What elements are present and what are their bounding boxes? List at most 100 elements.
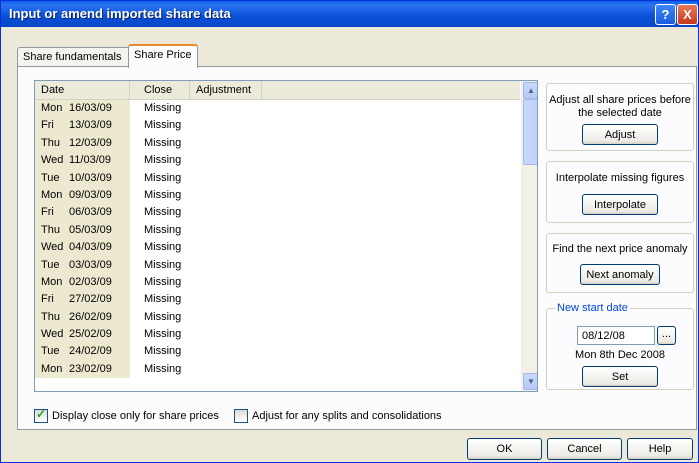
start-date-input[interactable]: 08/12/08	[577, 326, 655, 345]
row-close: Missing	[144, 188, 182, 201]
cancel-button[interactable]: Cancel	[547, 438, 622, 460]
next-anomaly-button[interactable]: Next anomaly	[580, 264, 660, 285]
tab-share-fundamentals[interactable]: Share fundamentals	[17, 47, 137, 66]
row-close: Missing	[144, 328, 182, 341]
row-day: Mon	[41, 362, 63, 375]
row-day: Tue	[41, 345, 60, 358]
row-date: 02/03/09	[69, 275, 112, 288]
row-day: Fri	[41, 206, 54, 219]
table-row[interactable]: Wed 11/03/09 Missing	[35, 152, 520, 170]
table-row[interactable]: Tue 24/02/09 Missing	[35, 343, 520, 361]
display-close-only-checkbox[interactable]: ✓	[34, 407, 48, 423]
row-close: Missing	[144, 362, 182, 375]
row-date: 05/03/09	[69, 223, 112, 236]
adjust-description: Adjust all share prices before the selec…	[549, 94, 691, 119]
row-close: Missing	[144, 154, 182, 167]
row-day: Wed	[41, 241, 64, 254]
checkmark-icon: ✓	[36, 407, 47, 421]
row-date: 13/03/09	[69, 119, 112, 132]
row-day: Tue	[41, 258, 60, 271]
interpolate-button[interactable]: Interpolate	[582, 194, 658, 215]
display-close-only-label[interactable]: Display close only for share prices	[52, 409, 219, 423]
interpolate-group: Interpolate missing figures Interpolate	[546, 161, 694, 223]
date-picker-button[interactable]: ...	[657, 326, 676, 345]
row-day: Thu	[41, 310, 60, 323]
table-row[interactable]: Thu 12/03/09 Missing	[35, 134, 520, 153]
row-day: Mon	[41, 102, 63, 114]
row-close: Missing	[144, 293, 182, 306]
title-bar[interactable]: Input or amend imported share data ? X	[1, 1, 698, 27]
set-button[interactable]: Set	[582, 366, 658, 387]
price-list[interactable]: Date Close Adjustment Mon 16/03/09 Missing…	[34, 80, 538, 392]
row-close: Missing	[144, 136, 182, 149]
start-date-legend: New start date	[555, 302, 630, 314]
column-header-adjustment[interactable]: Adjustment	[190, 81, 262, 99]
row-close: Missing	[144, 275, 182, 288]
scroll-up-icon[interactable]: ▲	[523, 82, 537, 99]
row-close: Missing	[144, 102, 182, 114]
table-row[interactable]: Tue 03/03/09 Missing	[35, 256, 520, 274]
table-row[interactable]: Mon 23/02/09 Missing	[35, 360, 520, 379]
column-header-close[interactable]: Close	[130, 81, 190, 99]
row-date: 11/03/09	[69, 154, 112, 167]
list-header: Date Close Adjustment	[35, 81, 520, 100]
table-row[interactable]: Wed 04/03/09 Missing	[35, 239, 520, 257]
row-date: 09/03/09	[69, 188, 112, 201]
adjust-splits-checkbox[interactable]	[234, 409, 248, 423]
window-title: Input or amend imported share data	[9, 6, 231, 21]
row-close: Missing	[144, 171, 182, 184]
interpolate-description: Interpolate missing figures	[555, 172, 685, 184]
anomaly-group: Find the next price anomaly Next anomaly	[546, 233, 694, 293]
table-row[interactable]: Mon 16/03/09 Missing	[35, 100, 520, 118]
row-date: 12/03/09	[69, 136, 112, 149]
row-date: 03/03/09	[69, 258, 112, 271]
dialog-window: Input or amend imported share data ? X S…	[0, 0, 699, 463]
adjust-button[interactable]: Adjust	[582, 124, 658, 145]
row-day: Mon	[41, 188, 63, 201]
row-day: Fri	[41, 119, 54, 132]
row-day: Thu	[41, 223, 60, 236]
table-row[interactable]: Wed 25/02/09 Missing	[35, 326, 520, 344]
close-icon[interactable]: X	[677, 4, 698, 25]
row-close: Missing	[144, 310, 182, 323]
adjust-splits-label[interactable]: Adjust for any splits and consolidations	[252, 409, 442, 423]
table-row[interactable]: Thu 26/02/09 Missing	[35, 308, 520, 327]
table-row[interactable]: Fri 27/02/09 Missing	[35, 291, 520, 309]
row-day: Thu	[41, 136, 60, 149]
row-date: 06/03/09	[69, 206, 112, 219]
row-date: 16/03/09	[69, 102, 112, 114]
scroll-down-icon[interactable]: ▼	[523, 373, 537, 390]
start-date-long: Mon 8th Dec 2008	[575, 349, 665, 361]
row-day: Wed	[41, 154, 64, 167]
row-date: 24/02/09	[69, 345, 112, 358]
vertical-scrollbar[interactable]: ▲ ▼	[521, 81, 537, 391]
row-day: Tue	[41, 171, 60, 184]
help-button[interactable]: Help	[627, 438, 693, 460]
row-day: Fri	[41, 293, 54, 306]
row-date: 10/03/09	[69, 171, 112, 184]
row-close: Missing	[144, 241, 182, 254]
row-close: Missing	[144, 206, 182, 219]
help-title-button[interactable]: ?	[655, 4, 676, 25]
table-row[interactable]: Fri 06/03/09 Missing	[35, 204, 520, 222]
row-close: Missing	[144, 223, 182, 236]
tab-share-price[interactable]: Share Price	[128, 44, 198, 68]
row-close: Missing	[144, 258, 182, 271]
table-row[interactable]: Thu 05/03/09 Missing	[35, 221, 520, 240]
row-date: 27/02/09	[69, 293, 112, 306]
row-day: Wed	[41, 328, 64, 341]
ok-button[interactable]: OK	[467, 438, 542, 460]
table-row[interactable]: Mon 02/03/09 Missing	[35, 273, 520, 292]
row-date: 04/03/09	[69, 241, 112, 254]
row-day: Mon	[41, 275, 63, 288]
row-close: Missing	[144, 119, 182, 132]
table-row[interactable]: Fri 13/03/09 Missing	[35, 117, 520, 135]
row-close: Missing	[144, 345, 182, 358]
column-header-date[interactable]: Date	[35, 81, 130, 99]
share-price-panel: Date Close Adjustment Mon 16/03/09 Missing…	[17, 66, 697, 430]
table-row[interactable]: Mon 09/03/09 Missing	[35, 186, 520, 205]
table-row[interactable]: Tue 10/03/09 Missing	[35, 169, 520, 187]
scroll-thumb[interactable]	[523, 99, 537, 165]
adjust-group: Adjust all share prices before the selec…	[546, 83, 694, 151]
anomaly-description: Find the next price anomaly	[552, 243, 688, 255]
